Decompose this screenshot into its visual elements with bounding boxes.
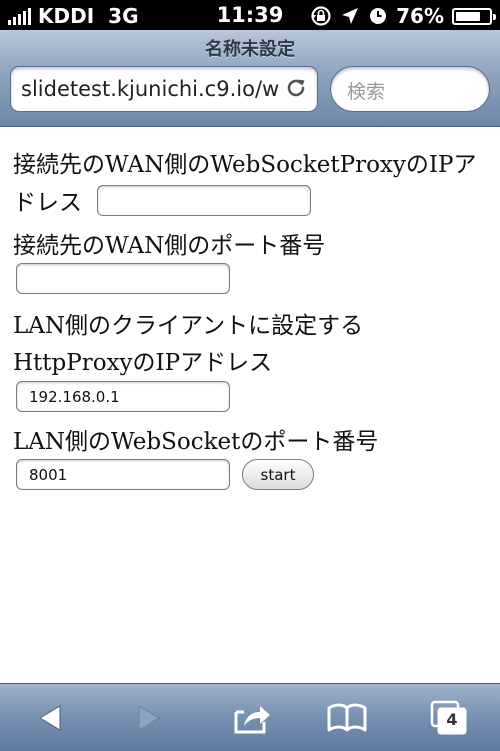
- browser-nav-bar: 名称未設定 slidetest.kjunichi.c9.io/w 検索: [0, 30, 500, 127]
- signal-bars-icon: [8, 7, 31, 25]
- battery-fill: [456, 11, 480, 21]
- reload-icon[interactable]: [284, 76, 308, 100]
- wan-ip-input[interactable]: [97, 185, 311, 216]
- tab-count: 4: [446, 710, 458, 729]
- rotation-lock-icon: [311, 6, 331, 26]
- network-type: 3G: [108, 4, 139, 28]
- start-button[interactable]: start: [242, 459, 314, 490]
- lan-proxy-ip-input[interactable]: [16, 381, 230, 412]
- alarm-clock-icon: [370, 8, 387, 24]
- back-arrow-icon[interactable]: [28, 698, 72, 738]
- lan-ws-port-input[interactable]: [16, 459, 230, 490]
- wan-port-input[interactable]: [16, 263, 230, 294]
- lan-client-label-line1: LAN側のクライアントに設定する: [13, 313, 364, 339]
- url-text: slidetest.kjunichi.c9.io/w: [21, 77, 280, 101]
- location-arrow-icon: [342, 8, 359, 24]
- bookmarks-icon[interactable]: [325, 698, 369, 738]
- carrier-name: KDDI: [38, 4, 95, 28]
- status-bar: KDDI 3G 11:39 76%: [0, 0, 500, 30]
- search-placeholder: 検索: [347, 81, 386, 103]
- battery-tip: [493, 13, 496, 20]
- tabs-button[interactable]: 4: [428, 698, 472, 738]
- forward-arrow-icon[interactable]: [127, 698, 171, 738]
- battery-percent: 76%: [396, 4, 444, 28]
- wan-ip-label-line2: ドレス: [13, 190, 82, 216]
- status-left: KDDI 3G: [8, 4, 139, 28]
- wan-ip-label-line1: 接続先のWAN側のWebSocketProxyのIPア: [13, 152, 477, 178]
- browser-toolbar: 4: [0, 683, 500, 751]
- share-icon[interactable]: [230, 698, 274, 738]
- wan-port-label: 接続先のWAN側のポート番号: [13, 233, 326, 259]
- battery-icon: [452, 7, 496, 25]
- lan-ws-port-label: LAN側のWebSocketのポート番号: [13, 429, 379, 455]
- page-title: 名称未設定: [205, 39, 295, 60]
- status-right: 76%: [310, 4, 496, 28]
- lan-client-label-line2: HttpProxyのIPアドレス: [13, 350, 273, 376]
- search-input[interactable]: 検索: [330, 66, 490, 112]
- address-bar[interactable]: slidetest.kjunichi.c9.io/w: [10, 66, 318, 112]
